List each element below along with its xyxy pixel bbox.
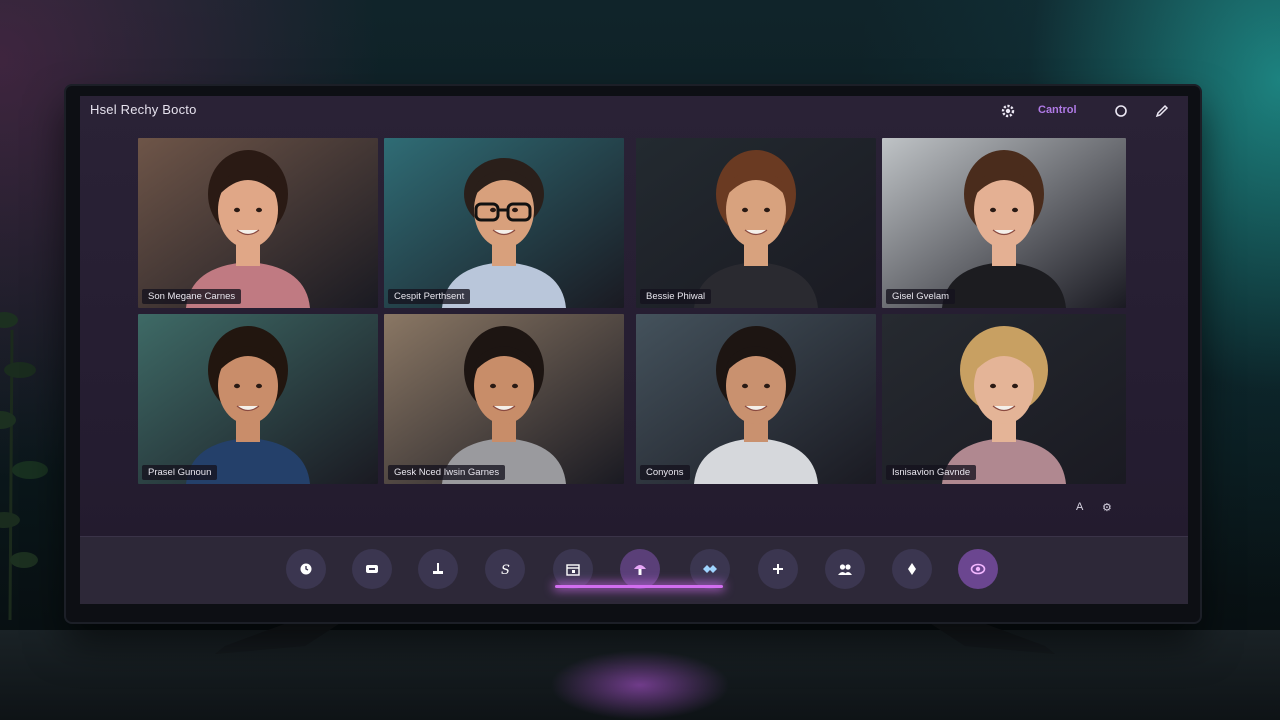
participant-video (636, 314, 876, 484)
settings-icon (1001, 104, 1015, 118)
add-button[interactable] (758, 549, 798, 589)
participant-name: Isnisavion Gavnde (886, 465, 977, 480)
participant-tile[interactable]: Isnisavion Gavnde (882, 314, 1126, 484)
participant-tile[interactable]: Bessie Phiwal (636, 138, 876, 308)
clock-icon (300, 563, 312, 575)
participant-tile[interactable]: Prasel Gunoun (138, 314, 378, 484)
mushroom-button[interactable] (620, 549, 660, 589)
eye-button[interactable] (958, 549, 998, 589)
pencil-icon (1155, 104, 1169, 118)
calendar-icon (566, 564, 580, 576)
handshake-button[interactable] (690, 549, 730, 589)
mushroom-icon (634, 565, 646, 575)
desk-reflection (550, 650, 730, 720)
participant-name: Bessie Phiwal (640, 289, 712, 304)
participant-video (882, 138, 1126, 308)
participant-tile[interactable]: Gesk Nced Iwsin Garnes (384, 314, 624, 484)
svg-text:S: S (501, 563, 510, 577)
participant-video (636, 138, 876, 308)
tv-stand-right (925, 620, 1055, 654)
app-title: Hsel Rechy Bocto (90, 102, 197, 117)
script-button[interactable]: S (485, 549, 525, 589)
circle-icon (1115, 105, 1127, 117)
participant-tile[interactable]: Gisel Gvelam (882, 138, 1126, 308)
handshake-icon (703, 565, 717, 573)
participant-video (882, 314, 1126, 484)
settings-button[interactable] (1000, 102, 1016, 120)
active-indicator (555, 585, 723, 588)
participant-video (384, 138, 624, 308)
stamp-button[interactable] (418, 549, 458, 589)
pin-icon (908, 563, 916, 575)
participant-video (384, 314, 624, 484)
call-toolbar: S (80, 536, 1188, 604)
participant-name: Prasel Gunoun (142, 465, 218, 480)
participant-name: Gesk Nced Iwsin Garnes (388, 465, 506, 480)
participant-name: Son Megane Carnes (142, 289, 242, 304)
control-button[interactable]: Cantrol (1038, 104, 1077, 116)
participant-name: Gisel Gvelam (886, 289, 956, 304)
pin-button[interactable] (892, 549, 932, 589)
people-icon (838, 564, 852, 575)
script-icon: S (501, 563, 510, 577)
calendar-button[interactable] (553, 549, 593, 589)
stamp-icon (433, 563, 443, 574)
view-settings-control[interactable]: ⚙ (1102, 501, 1112, 514)
participant-video (138, 314, 378, 484)
participant-tile[interactable]: Cespit Perthsent (384, 138, 624, 308)
video-call-app: Hsel Rechy Bocto Cantrol Son Megane Carn… (80, 96, 1188, 604)
add-icon (773, 564, 783, 574)
edit-button[interactable] (1154, 102, 1170, 120)
font-size-control[interactable]: A (1076, 501, 1083, 513)
participant-video (138, 138, 378, 308)
participant-tile[interactable]: Son Megane Carnes (138, 138, 378, 308)
eye-icon (970, 563, 986, 575)
chat-icon (366, 565, 378, 573)
plant-decoration (0, 312, 48, 620)
participant-name: Conyons (640, 465, 690, 480)
tv-stand-left (215, 620, 345, 654)
participant-tile[interactable]: Conyons (636, 314, 876, 484)
status-button[interactable] (1114, 102, 1128, 120)
people-button[interactable] (825, 549, 865, 589)
participant-name: Cespit Perthsent (388, 289, 471, 304)
clock-button[interactable] (286, 549, 326, 589)
chat-button[interactable] (352, 549, 392, 589)
